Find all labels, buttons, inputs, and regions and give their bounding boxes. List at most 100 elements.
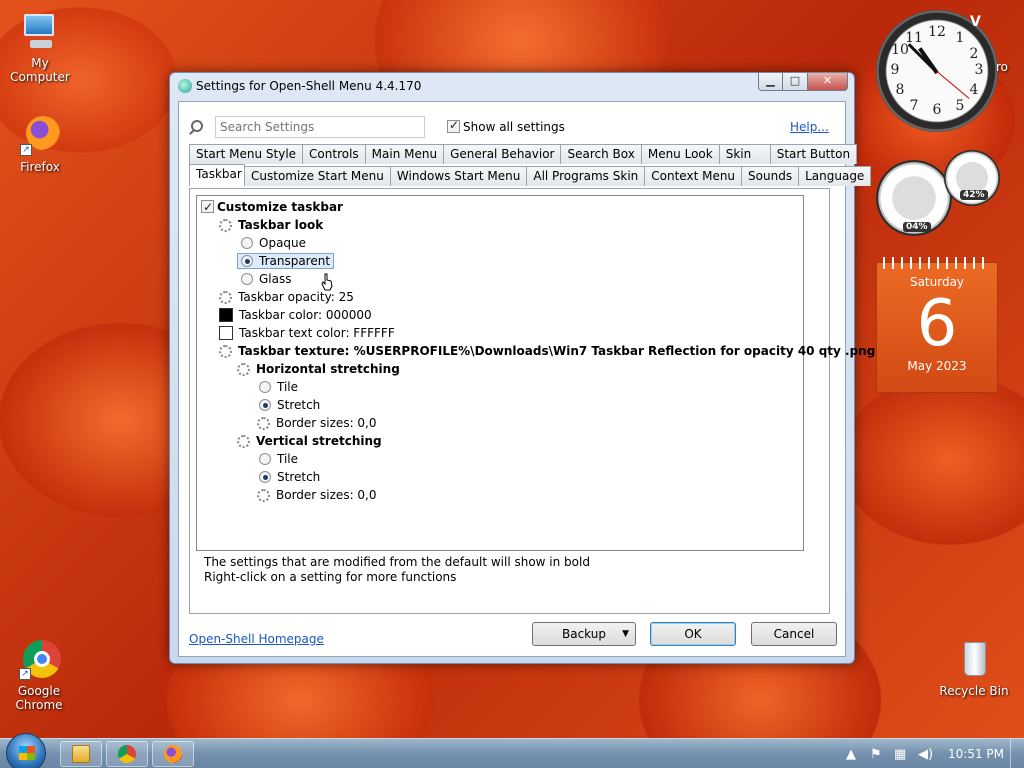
search-icon: [191, 120, 203, 132]
tab-main-menu[interactable]: Main Menu: [364, 144, 445, 164]
homepage-link[interactable]: Open-Shell Homepage: [189, 632, 324, 646]
tab-skin[interactable]: Skin: [718, 144, 771, 164]
setting-label: Taskbar texture: %USERPROFILE%\Downloads…: [238, 344, 876, 358]
desktop-icon-chrome[interactable]: ↗ Google Chrome: [0, 638, 78, 712]
option-h-tile[interactable]: Tile: [259, 378, 298, 396]
setting-label: Customize taskbar: [217, 200, 343, 214]
setting-label: Taskbar text color: FFFFFF: [239, 326, 395, 340]
network-icon[interactable]: ▦: [894, 747, 906, 762]
show-all-settings-checkbox[interactable]: Show all settings: [447, 118, 565, 134]
radio-selected-icon[interactable]: [259, 471, 271, 483]
gear-icon: [219, 219, 232, 232]
tab-all-programs-skin[interactable]: All Programs Skin: [526, 166, 646, 186]
radio-icon[interactable]: [241, 273, 253, 285]
computer-icon: [18, 10, 62, 54]
clock-time[interactable]: 10:51 PM: [948, 747, 1004, 761]
setting-h-border-sizes[interactable]: Border sizes: 0,0: [257, 414, 377, 432]
option-glass[interactable]: Glass: [241, 270, 292, 288]
clock-numeral: 5: [955, 98, 965, 114]
cancel-button[interactable]: Cancel: [751, 622, 837, 646]
taskbar-chrome-button[interactable]: [106, 741, 148, 767]
settings-tree[interactable]: Customize taskbar Taskbar look Opaque Tr…: [196, 195, 875, 551]
minimize-button[interactable]: ▁: [758, 73, 783, 91]
tab-start-menu-style[interactable]: Start Menu Style: [189, 144, 304, 164]
gear-icon: [237, 435, 250, 448]
tab-general-behavior[interactable]: General Behavior: [443, 144, 562, 164]
help-link[interactable]: Help...: [790, 120, 829, 134]
start-button[interactable]: [6, 733, 46, 768]
setting-taskbar-opacity[interactable]: Taskbar opacity: 25: [219, 288, 354, 306]
setting-taskbar-color[interactable]: Taskbar color: 000000: [219, 306, 372, 324]
setting-label: Tile: [277, 380, 299, 394]
setting-vertical-stretching[interactable]: Vertical stretching: [237, 432, 382, 450]
setting-taskbar-text-color[interactable]: Taskbar text color: FFFFFF: [219, 324, 395, 342]
backup-button[interactable]: Backup ▼: [532, 622, 636, 646]
checkbox-checked-icon[interactable]: [201, 198, 214, 216]
radio-selected-icon[interactable]: [259, 399, 271, 411]
clock-numeral: 6: [932, 102, 942, 118]
taskbar-explorer-button[interactable]: [60, 741, 102, 767]
color-swatch: [219, 308, 233, 322]
cpu-meter-gadget[interactable]: 04%: [876, 160, 952, 236]
checkbox-checked-icon[interactable]: [447, 118, 460, 133]
tab-search-box[interactable]: Search Box: [560, 144, 642, 164]
calendar-gadget[interactable]: Saturday 6 May 2023: [876, 257, 998, 393]
gear-icon: [219, 345, 232, 358]
setting-customize-taskbar[interactable]: Customize taskbar: [201, 198, 343, 216]
radio-selected-icon[interactable]: [241, 255, 253, 267]
setting-label: Border sizes: 0,0: [276, 416, 377, 430]
tab-sounds[interactable]: Sounds: [741, 166, 800, 186]
clock-numeral: 11: [905, 30, 923, 46]
speaker-icon[interactable]: ◀): [918, 747, 933, 762]
title-bar[interactable]: Settings for Open-Shell Menu 4.4.170 ▁ □…: [170, 73, 854, 99]
option-opaque[interactable]: Opaque: [241, 234, 306, 252]
setting-horizontal-stretching[interactable]: Horizontal stretching: [237, 360, 400, 378]
radio-icon[interactable]: [241, 237, 253, 249]
setting-label: Horizontal stretching: [256, 362, 400, 376]
show-desktop-button[interactable]: [1010, 739, 1024, 768]
desktop-icon-firefox[interactable]: ↗ Firefox: [0, 114, 80, 174]
option-v-tile[interactable]: Tile: [259, 450, 298, 468]
tab-context-menu[interactable]: Context Menu: [644, 166, 743, 186]
clock-numeral: 7: [909, 98, 919, 114]
tab-customize-start-menu[interactable]: Customize Start Menu: [244, 166, 391, 186]
action-center-flag-icon[interactable]: ⚑: [870, 747, 882, 762]
gadget-side-text: ro: [996, 60, 1009, 74]
open-shell-icon: [178, 79, 192, 93]
desktop-icon-recycle-bin[interactable]: Recycle Bin: [934, 638, 1014, 698]
tab-start-button[interactable]: Start Button: [769, 144, 858, 164]
option-v-stretch[interactable]: Stretch: [259, 468, 320, 486]
desktop-icon-label: Firefox: [20, 160, 60, 174]
tab-controls[interactable]: Controls: [302, 144, 366, 164]
setting-label: Stretch: [277, 470, 321, 484]
system-tray: ▲ ⚑ ▦ ◀) 10:51 PM: [842, 739, 1024, 768]
tab-windows-start-menu[interactable]: Windows Start Menu: [389, 166, 528, 186]
setting-taskbar-texture[interactable]: Taskbar texture: %USERPROFILE%\Downloads…: [219, 342, 875, 360]
setting-label: Glass: [259, 272, 292, 286]
setting-v-border-sizes[interactable]: Border sizes: 0,0: [257, 486, 377, 504]
calendar-day: 6: [916, 287, 958, 361]
desktop-icon-my-computer[interactable]: My Computer: [0, 10, 80, 84]
tab-menu-look[interactable]: Menu Look: [640, 144, 720, 164]
memory-meter-gadget[interactable]: 42%: [944, 150, 1000, 206]
search-input[interactable]: [215, 116, 425, 138]
tab-row-1: Start Menu Style Controls Main Menu Gene…: [189, 144, 858, 164]
option-transparent[interactable]: Transparent: [237, 252, 335, 270]
setting-label: Taskbar opacity: 25: [238, 290, 354, 304]
desktop-icon-label: My Computer: [10, 56, 70, 84]
tab-taskbar[interactable]: Taskbar: [189, 164, 245, 186]
setting-taskbar-look[interactable]: Taskbar look: [219, 216, 323, 234]
tab-language[interactable]: Language: [798, 166, 872, 186]
close-button[interactable]: ✕: [807, 73, 848, 91]
ok-button[interactable]: OK: [650, 622, 736, 646]
taskbar-firefox-button[interactable]: [152, 741, 194, 767]
clock-numeral: 3: [974, 62, 984, 78]
footnote-bold-settings: The settings that are modified from the …: [204, 555, 590, 569]
chevron-up-icon[interactable]: ▲: [846, 747, 856, 762]
gear-icon: [257, 417, 270, 430]
maximize-button[interactable]: □: [782, 73, 808, 91]
radio-icon[interactable]: [259, 381, 271, 393]
option-h-stretch[interactable]: Stretch: [259, 396, 320, 414]
gear-icon: [219, 291, 232, 304]
radio-icon[interactable]: [259, 453, 271, 465]
